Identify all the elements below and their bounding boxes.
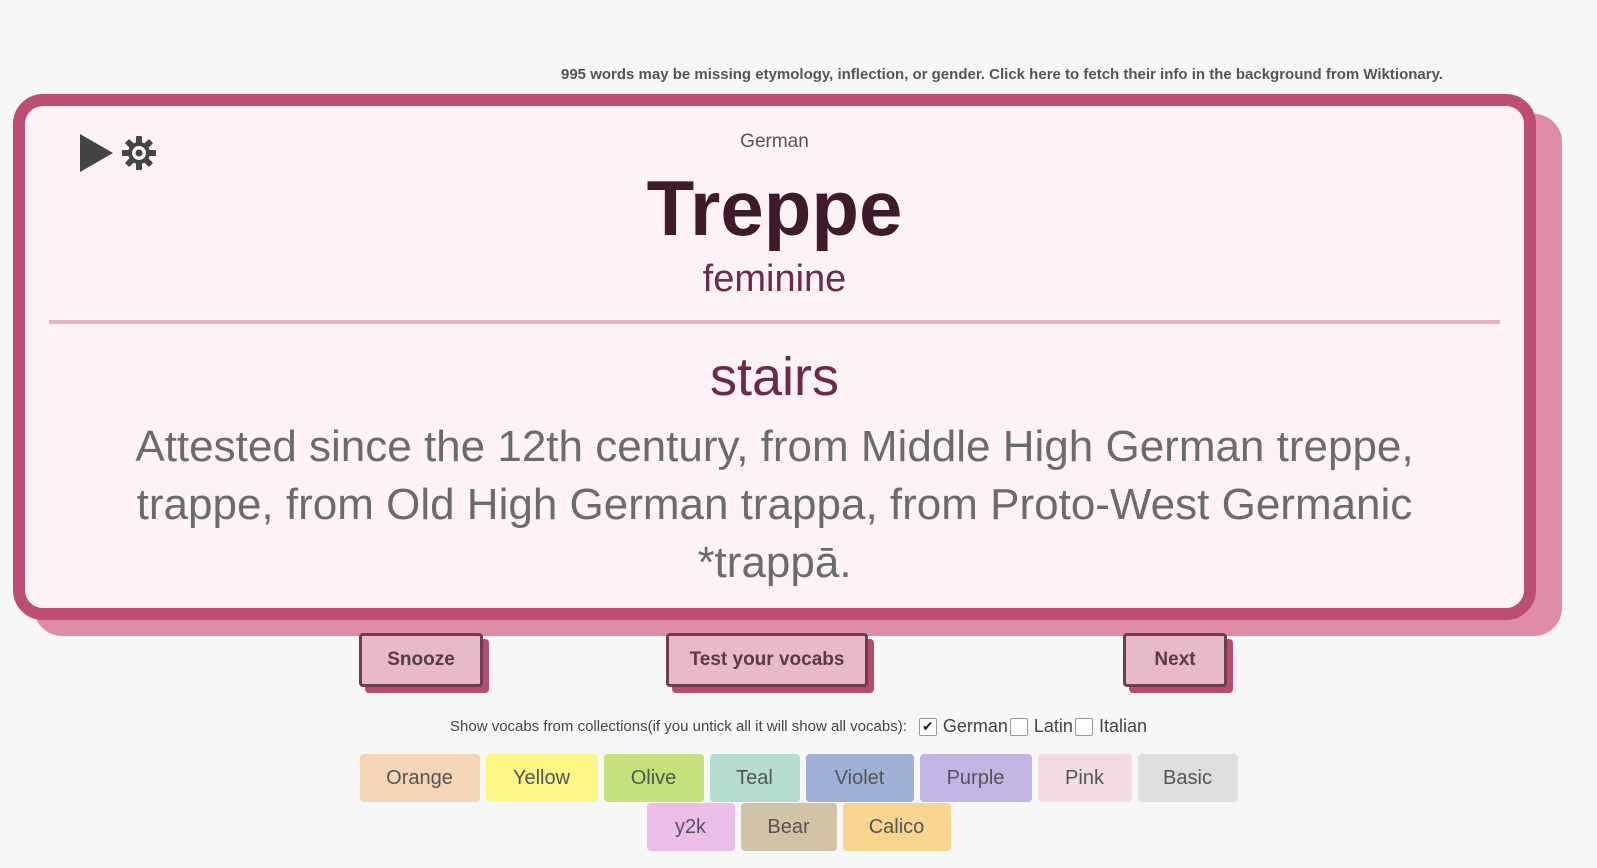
theme-orange-button[interactable]: Orange: [359, 754, 480, 802]
snooze-button[interactable]: Snooze: [359, 633, 483, 687]
theme-purple-button[interactable]: Purple: [919, 754, 1032, 802]
card-divider: [49, 320, 1500, 324]
theme-bear-button[interactable]: Bear: [740, 803, 837, 851]
next-button[interactable]: Next: [1123, 633, 1227, 687]
theme-row-2: y2k Bear Calico: [0, 803, 1597, 851]
word-language: German: [740, 131, 809, 152]
fetch-missing-info-link[interactable]: 995 words may be missing etymology, infl…: [0, 66, 1597, 83]
theme-y2k-button[interactable]: y2k: [646, 803, 735, 851]
theme-pink-button[interactable]: Pink: [1037, 754, 1132, 802]
german-label: German: [942, 716, 1008, 736]
theme-row-1: Orange Yellow Olive Teal Violet Purple P…: [0, 754, 1597, 802]
latin-label: Latin: [1033, 716, 1073, 736]
collections-filter: Show vocabs from collections(if you unti…: [0, 716, 1597, 737]
theme-violet-button[interactable]: Violet: [805, 754, 914, 802]
collections-label: Show vocabs from collections(if you unti…: [450, 718, 907, 735]
theme-teal-button[interactable]: Teal: [709, 754, 800, 802]
flashcard: German Treppe feminine stairs Attested s…: [13, 94, 1536, 620]
word-translation: stairs: [709, 347, 839, 407]
word-etymology: Attested since the 12th century, from Mi…: [135, 422, 1414, 587]
italian-checkbox[interactable]: [1074, 717, 1093, 736]
test-vocabs-button[interactable]: Test your vocabs: [666, 633, 868, 687]
word-gender: feminine: [702, 258, 847, 300]
theme-calico-button[interactable]: Calico: [842, 803, 951, 851]
italian-label: Italian: [1098, 716, 1147, 736]
vocab-word: Treppe: [646, 164, 903, 252]
theme-basic-button[interactable]: Basic: [1137, 754, 1238, 802]
german-checkbox[interactable]: ✔: [918, 717, 937, 736]
theme-yellow-button[interactable]: Yellow: [485, 754, 598, 802]
latin-checkbox[interactable]: [1009, 717, 1028, 736]
theme-olive-button[interactable]: Olive: [603, 754, 704, 802]
